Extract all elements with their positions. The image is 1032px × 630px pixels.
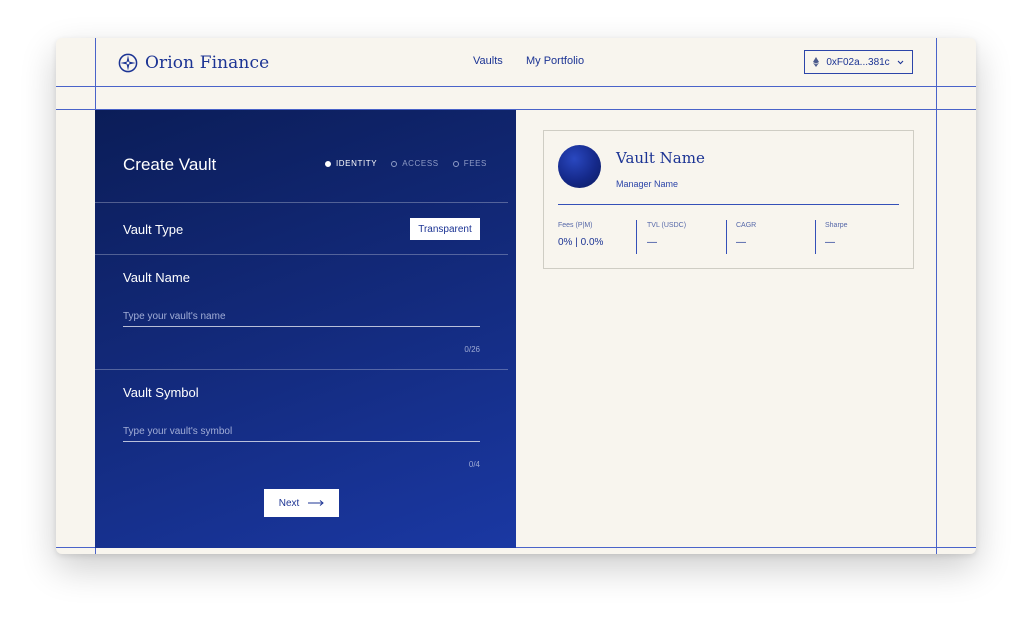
- stat-label: Sharpe: [825, 222, 848, 229]
- brand-logo[interactable]: Orion Finance: [118, 52, 269, 74]
- stat-label: TVL (USDC): [647, 222, 687, 229]
- step-dot-icon: [324, 160, 331, 167]
- step-label: ACCESS: [402, 159, 439, 168]
- divider: [95, 369, 508, 370]
- stat-separator: [636, 220, 637, 254]
- stat-sharpe: Sharpe —: [815, 220, 899, 254]
- ethereum-icon: [813, 57, 820, 67]
- next-button[interactable]: Next: [264, 489, 339, 517]
- stat-fees: Fees (P|M) 0% | 0.0%: [558, 220, 636, 254]
- step-fees[interactable]: FEES: [452, 159, 487, 168]
- wallet-button[interactable]: 0xF02a...381c: [804, 50, 913, 74]
- vault-symbol-label: Vault Symbol: [123, 385, 199, 400]
- stat-label: Fees (P|M): [558, 222, 593, 229]
- wallet-address: 0xF02a...381c: [826, 56, 890, 68]
- step-dot-icon: [391, 160, 398, 167]
- vault-preview-card: Vault Name Manager Name Fees (P|M) 0% | …: [543, 130, 914, 269]
- step-access[interactable]: ACCESS: [391, 159, 439, 168]
- step-dot-icon: [452, 160, 459, 167]
- nav-link-vaults[interactable]: Vaults: [473, 55, 503, 67]
- step-indicator: IDENTITY ACCESS FEES: [324, 159, 487, 168]
- compass-icon: [118, 53, 138, 73]
- vault-avatar: [558, 145, 601, 188]
- stat-separator: [726, 220, 727, 254]
- vault-name-input[interactable]: [123, 306, 480, 327]
- form-title: Create Vault: [123, 155, 217, 174]
- vault-name-counter: 0/26: [464, 345, 480, 354]
- vault-symbol-counter: 0/4: [468, 460, 480, 469]
- stat-value: —: [825, 237, 835, 248]
- chevron-down-icon: [897, 60, 904, 64]
- stat-cagr: CAGR —: [726, 220, 815, 254]
- divider: [95, 254, 508, 255]
- vault-type-label: Vault Type: [123, 222, 184, 237]
- brand-name: Orion Finance: [145, 53, 270, 73]
- stat-label: CAGR: [736, 222, 757, 229]
- stat-value: —: [647, 237, 657, 248]
- step-label: IDENTITY: [335, 159, 378, 168]
- arrow-right-icon: [308, 500, 325, 506]
- preview-manager-name: Manager Name: [616, 179, 679, 189]
- stat-value: —: [736, 237, 746, 248]
- guide-line-right: [936, 38, 937, 554]
- step-identity[interactable]: IDENTITY: [324, 159, 378, 168]
- vault-symbol-input[interactable]: [123, 421, 480, 442]
- next-button-label: Next: [278, 497, 300, 509]
- vault-type-toggle[interactable]: Transparent: [410, 218, 480, 240]
- app-window: Orion Finance Vaults My Portfolio 0xF02a…: [56, 38, 976, 554]
- guide-line-header-bottom: [56, 86, 976, 87]
- divider: [95, 202, 508, 203]
- nav-link-my-portfolio[interactable]: My Portfolio: [526, 55, 584, 67]
- preview-divider: [558, 204, 899, 205]
- vault-name-label: Vault Name: [123, 270, 190, 285]
- preview-vault-name: Vault Name: [616, 149, 705, 167]
- stat-value: 0% | 0.0%: [558, 237, 604, 248]
- stat-separator: [815, 220, 816, 254]
- stat-tvl: TVL (USDC) —: [636, 220, 725, 254]
- step-label: FEES: [463, 159, 487, 168]
- create-vault-form: Create Vault IDENTITY ACCESS FEES Vault …: [95, 110, 516, 548]
